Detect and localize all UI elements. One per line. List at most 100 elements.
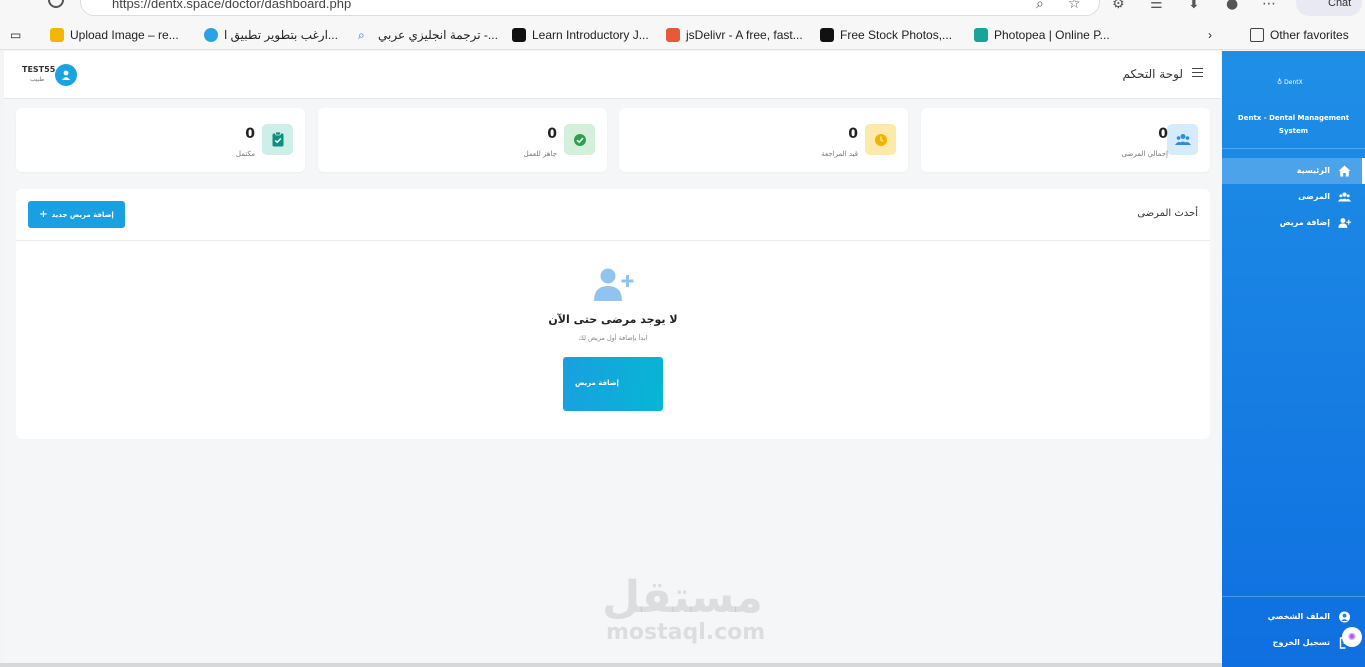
topbar: TEST55 طبيب لوحة التحكم bbox=[4, 51, 1221, 99]
tooth-icon: ♁ bbox=[1277, 78, 1283, 86]
stat-card-completed: 0 مكتمل bbox=[16, 108, 305, 172]
user-plus-icon bbox=[1338, 218, 1351, 228]
sidebar-item-patients[interactable]: المرضى bbox=[1222, 184, 1365, 210]
refresh-icon[interactable] bbox=[48, 0, 64, 8]
bookmark-translate[interactable]: ⌕ ترجمة انجليزي عربي -... bbox=[358, 27, 498, 43]
sidebar-item-profile[interactable]: الملف الشخصي bbox=[1222, 604, 1365, 630]
bookmark-label: ارغب بتطوير تطبيق ا... bbox=[224, 28, 338, 42]
bookmark-learn-js[interactable]: Learn Introductory J... bbox=[512, 27, 649, 43]
bookmark-favicon-icon bbox=[204, 28, 218, 42]
panel-title: أحدث المرضى bbox=[1137, 208, 1198, 219]
stat-label: مكتمل bbox=[235, 150, 255, 158]
empty-state-subtitle: ابدأ بإضافة أول مريض لك bbox=[578, 334, 648, 342]
empty-state-title: لا يوجد مرضى حتى الآن bbox=[548, 313, 678, 326]
app: TEST55 طبيب لوحة التحكم 0 إجمالي المرضى … bbox=[0, 51, 1365, 667]
stat-card-total-patients: 0 إجمالي المرضى bbox=[921, 108, 1210, 172]
user-circle-icon bbox=[1339, 611, 1350, 623]
stat-label: قيد المراجعة bbox=[821, 150, 858, 158]
add-new-patient-button[interactable]: + إضافة مريض جديد bbox=[28, 201, 125, 228]
bookmark-label: Photopea | Online P... bbox=[994, 28, 1110, 42]
search-icon[interactable]: ⌕ bbox=[1036, 0, 1044, 12]
browser-toolbar: https://dentx.space/doctor/dashboard.php… bbox=[0, 0, 1365, 20]
bookmark-photopea[interactable]: Photopea | Online P... bbox=[974, 27, 1110, 43]
folder-icon bbox=[1250, 28, 1264, 42]
bookmark-mostaql[interactable]: ارغب بتطوير تطبيق ا... bbox=[204, 27, 338, 43]
add-patient-button[interactable]: إضافة مريض bbox=[563, 357, 663, 411]
users-icon bbox=[1338, 192, 1351, 202]
sidebar-item-add-patient[interactable]: إضافة مريض bbox=[1222, 210, 1365, 236]
bookmark-jsdelivr[interactable]: jsDelivr - A free, fast... bbox=[666, 27, 803, 43]
settings-icon[interactable]: ⚙ bbox=[1112, 0, 1125, 12]
clipboard-check-icon bbox=[262, 124, 293, 155]
sidebar: ♁ DentX Dentx - Dental Management System… bbox=[1222, 51, 1365, 667]
chat-label: Chat bbox=[1328, 0, 1352, 9]
user-role: طبيب bbox=[30, 76, 45, 83]
sidebar-item-label: المرضى bbox=[1298, 192, 1330, 201]
recent-patients-panel: أحدث المرضى + إضافة مريض جديد لا يوجد مر… bbox=[16, 189, 1210, 439]
other-favorites[interactable]: Other favorites bbox=[1250, 27, 1349, 43]
add-patient-label: إضافة مريض bbox=[575, 379, 619, 387]
avatar[interactable] bbox=[55, 64, 77, 86]
chat-button[interactable]: Chat bbox=[1296, 0, 1362, 16]
bookmark-favicon-icon bbox=[50, 28, 64, 42]
users-icon bbox=[1167, 124, 1198, 155]
bookmark-label: jsDelivr - A free, fast... bbox=[686, 28, 803, 42]
stat-label: جاهز للعمل bbox=[523, 150, 557, 158]
main-content: TEST55 طبيب لوحة التحكم 0 إجمالي المرضى … bbox=[4, 51, 1221, 663]
stat-value: 0 bbox=[1158, 126, 1168, 142]
divider bbox=[1222, 596, 1365, 597]
address-bar-url[interactable]: https://dentx.space/doctor/dashboard.php bbox=[112, 0, 351, 11]
user-plus-icon bbox=[592, 267, 636, 307]
panel-header: أحدث المرضى + إضافة مريض جديد bbox=[16, 189, 1210, 241]
horizontal-scrollbar[interactable] bbox=[0, 663, 1222, 667]
tab-actions-icon[interactable]: ▭ bbox=[10, 27, 21, 43]
more-icon[interactable]: ⋯ bbox=[1262, 0, 1276, 12]
add-new-patient-label: إضافة مريض جديد bbox=[51, 210, 114, 219]
download-icon[interactable]: ⬇ bbox=[1188, 0, 1200, 12]
bookmark-upload-image[interactable]: Upload Image – re... bbox=[50, 27, 179, 43]
sidebar-item-label: إضافة مريض bbox=[1279, 218, 1330, 227]
collections-icon[interactable]: ☰ bbox=[1150, 0, 1163, 12]
stat-value: 0 bbox=[547, 126, 557, 142]
system-name: Dentx - Dental Management System bbox=[1237, 114, 1350, 135]
bookmark-favicon-icon bbox=[820, 28, 834, 42]
divider bbox=[1222, 148, 1365, 149]
page-title: لوحة التحكم bbox=[1122, 67, 1184, 81]
sidebar-item-label: الرئيسية bbox=[1296, 166, 1330, 175]
bookmark-label: Free Stock Photos,... bbox=[840, 28, 953, 42]
bookmark-favicon-icon bbox=[974, 28, 988, 42]
bookmarks-bar: ▭ Upload Image – re... ارغب بتطوير تطبيق… bbox=[0, 20, 1365, 50]
plus-icon: + bbox=[39, 209, 48, 220]
favorite-star-icon[interactable]: ☆ bbox=[1068, 0, 1081, 12]
home-icon bbox=[1338, 165, 1351, 177]
other-favorites-label: Other favorites bbox=[1270, 28, 1349, 42]
bookmark-label: Upload Image – re... bbox=[70, 28, 179, 42]
stat-label: إجمالي المرضى bbox=[1121, 150, 1168, 158]
bookmark-label: Learn Introductory J... bbox=[532, 28, 649, 42]
logo[interactable]: ♁ DentX bbox=[1277, 78, 1303, 86]
watermark: مستقل mostaql.com bbox=[602, 572, 766, 646]
chat-icon: ✺ bbox=[1347, 631, 1357, 643]
profile-icon[interactable]: ● bbox=[1226, 0, 1238, 12]
bookmark-pexels[interactable]: Free Stock Photos,... bbox=[820, 27, 952, 43]
bookmark-favicon-icon bbox=[666, 28, 680, 42]
user-icon bbox=[61, 70, 71, 80]
bookmark-label: ترجمة انجليزي عربي -... bbox=[378, 28, 498, 42]
chat-widget-button[interactable]: ✺ bbox=[1342, 627, 1362, 647]
user-name: TEST55 bbox=[22, 65, 56, 74]
logo-text: DentX bbox=[1284, 78, 1303, 86]
sidebar-item-label: تسجيل الخروج bbox=[1272, 638, 1330, 647]
stat-card-ready: 0 جاهز للعمل bbox=[318, 108, 607, 172]
check-circle-icon bbox=[564, 124, 595, 155]
chevron-right-icon[interactable]: › bbox=[1208, 27, 1212, 43]
menu-icon[interactable] bbox=[1192, 68, 1203, 77]
stat-card-pending: 0 قيد المراجعة bbox=[619, 108, 908, 172]
bookmark-favicon-icon bbox=[512, 28, 526, 42]
watermark-arabic: مستقل bbox=[602, 572, 763, 623]
stat-value: 0 bbox=[245, 126, 255, 142]
clock-icon bbox=[865, 124, 896, 155]
sidebar-item-home[interactable]: الرئيسية bbox=[1222, 158, 1365, 184]
stat-value: 0 bbox=[848, 126, 858, 142]
sidebar-item-label: الملف الشخصي bbox=[1267, 612, 1330, 621]
watermark-latin: mostaql.com bbox=[606, 620, 766, 645]
